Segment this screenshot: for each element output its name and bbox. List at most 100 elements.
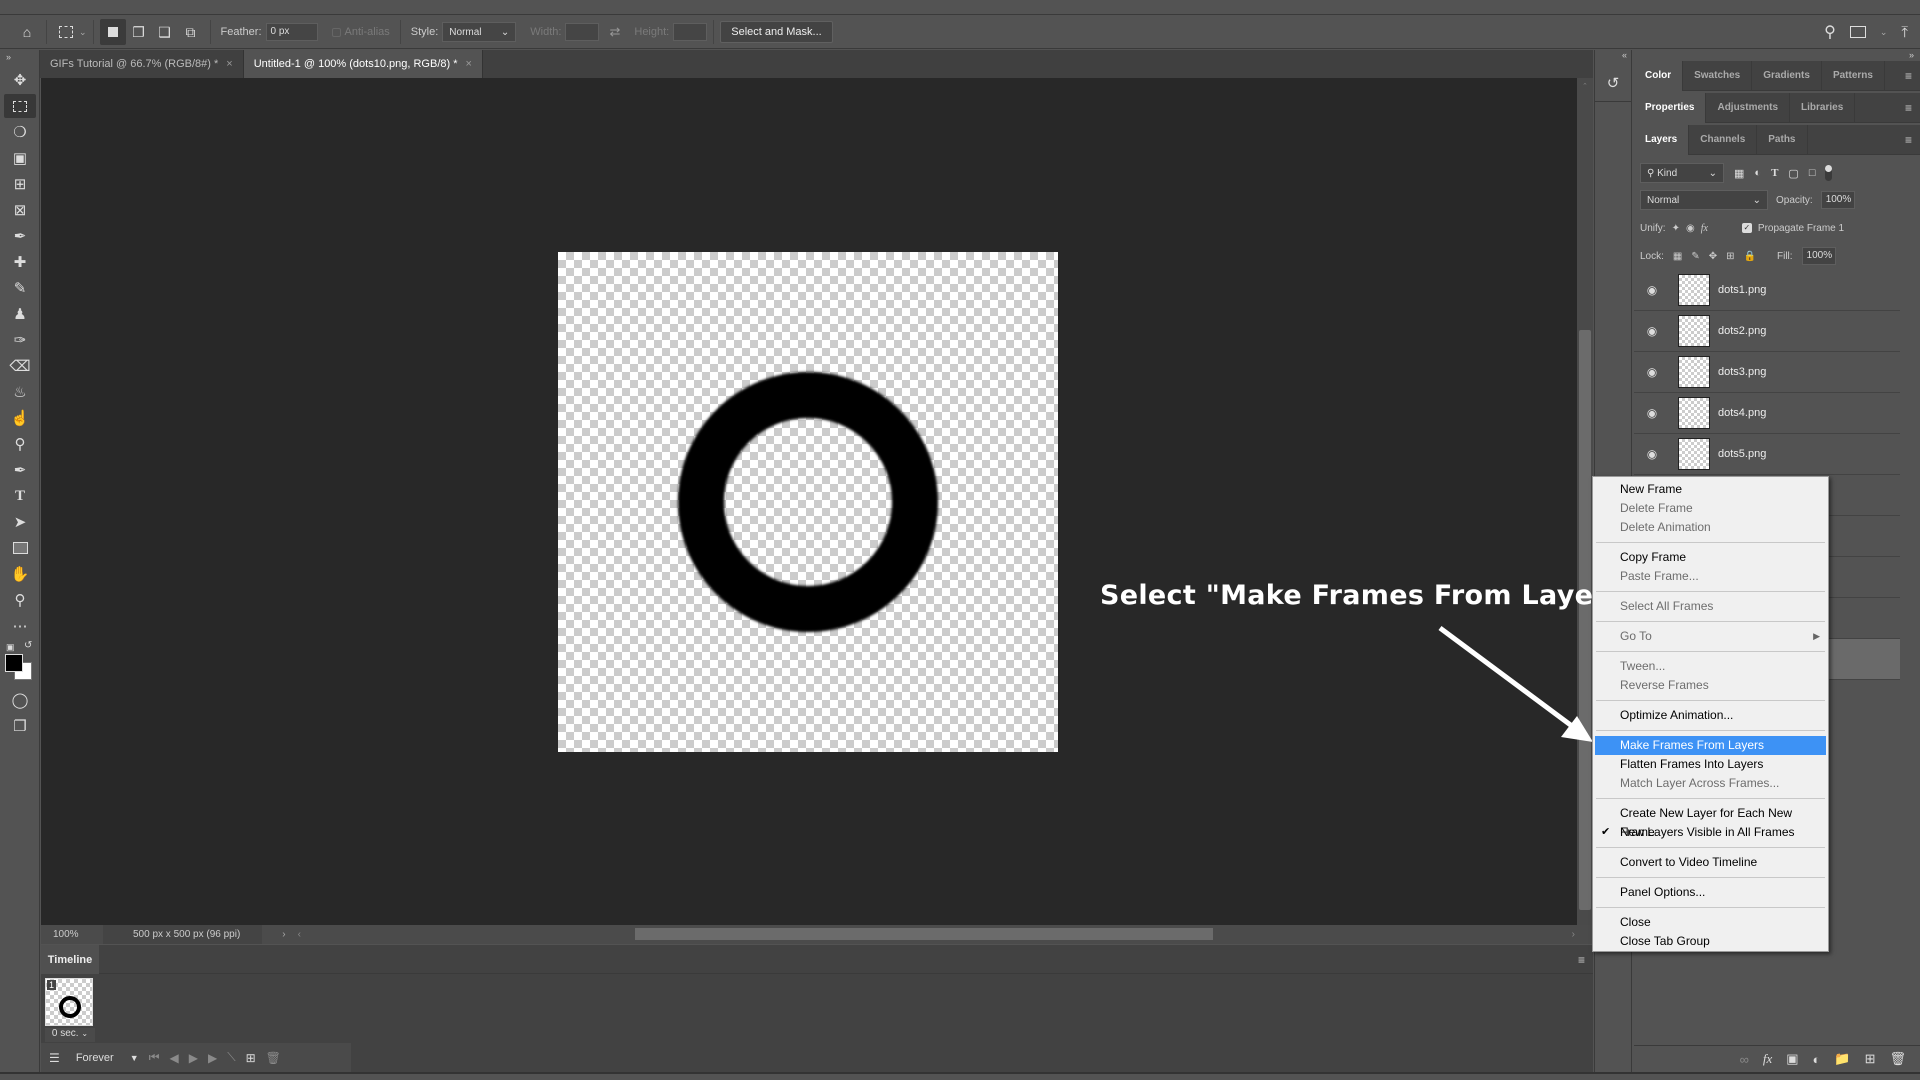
panel-menu-icon[interactable]: ≡ [1905, 69, 1912, 83]
style-select[interactable]: Normal ⌄ [442, 22, 517, 42]
frame-tool-icon[interactable]: ⊠ [4, 198, 36, 222]
menu-item-convert-to-video-timeline[interactable]: Convert to Video Timeline [1593, 853, 1828, 872]
home-icon[interactable]: ⌂ [14, 19, 40, 45]
menu-item-reverse-frames[interactable]: Reverse Frames [1593, 676, 1828, 695]
lock-all-icon[interactable]: 🔒 [1744, 251, 1756, 262]
doc-tab-gifs-tutorial[interactable]: GIFs Tutorial @ 66.7% (RGB/8#) * × [40, 50, 244, 78]
chevron-right-icon[interactable]: › [282, 929, 285, 940]
menu-item-new-layers-visible-in-all-frames[interactable]: ✔ New Layers Visible in All Frames [1593, 823, 1828, 842]
adjustment-filter-icon[interactable]: ◐ [1754, 167, 1761, 179]
new-group-icon[interactable]: 📁 [1834, 1051, 1850, 1067]
unify-visibility-icon[interactable]: ◉ [1686, 223, 1695, 234]
smart-object-filter-icon[interactable]: □ [1809, 167, 1816, 179]
filter-kind-select[interactable]: ⚲ Kind ⌄ [1640, 163, 1724, 183]
pen-tool-icon[interactable]: ✒ [4, 458, 36, 482]
shape-filter-icon[interactable]: ▢ [1788, 167, 1798, 180]
add-mask-icon[interactable]: ▣ [1786, 1051, 1798, 1067]
close-icon[interactable]: × [226, 58, 232, 70]
add-selection-icon[interactable]: ❐ [126, 19, 152, 45]
eye-icon[interactable]: ◉ [1634, 324, 1670, 338]
rectangle-tool-icon[interactable] [4, 536, 36, 560]
menu-item-delete-frame[interactable]: Delete Frame [1593, 499, 1828, 518]
intersect-selection-icon[interactable]: ⧉ [178, 19, 204, 45]
unify-style-icon[interactable]: fx [1701, 223, 1708, 234]
eye-icon[interactable]: ◉ [1634, 365, 1670, 379]
dodge-tool-icon[interactable]: ⚲ [4, 432, 36, 456]
stamp-tool-icon[interactable]: ♟ [4, 302, 36, 326]
scroll-left-icon[interactable]: ‹ [298, 929, 301, 940]
zoom-level[interactable]: 100% [41, 929, 103, 940]
object-selection-tool-icon[interactable]: ▣ [4, 146, 36, 170]
smudge-tool-icon[interactable]: ☝ [4, 406, 36, 430]
select-and-mask-button[interactable]: Select and Mask... [720, 21, 833, 43]
brush-tool-icon[interactable]: ✎ [4, 276, 36, 300]
loop-select[interactable]: Forever [70, 1052, 120, 1064]
tab-color[interactable]: Color [1634, 60, 1684, 91]
chevron-down-icon[interactable]: ⌄ [79, 27, 87, 38]
layer-row[interactable]: ◉ dots3.png [1634, 352, 1900, 393]
close-icon[interactable]: × [466, 58, 472, 70]
previous-frame-icon[interactable]: ◀ [170, 1051, 179, 1065]
duplicate-frame-icon[interactable]: ⊞ [246, 1051, 256, 1065]
menu-item-go-to[interactable]: Go To ▶ [1593, 627, 1828, 646]
lock-position-icon[interactable]: ✥ [1709, 251, 1717, 262]
menu-item-select-all-frames[interactable]: Select All Frames [1593, 597, 1828, 616]
paint-bucket-tool-icon[interactable]: ♨ [4, 380, 36, 404]
share-icon[interactable]: ⤒ [1901, 24, 1908, 41]
collapse-icon[interactable]: « [1595, 50, 1631, 64]
menu-item-create-new-layer-for-each-new-frame[interactable]: Create New Layer for Each New Frame [1593, 804, 1828, 839]
tab-libraries[interactable]: Libraries [1790, 92, 1856, 123]
workspace-icon[interactable] [1849, 26, 1866, 38]
tween-icon[interactable]: ⟍ [227, 1050, 235, 1065]
menu-item-match-layer-across-frames[interactable]: Match Layer Across Frames... [1593, 774, 1828, 793]
tab-channels[interactable]: Channels [1689, 124, 1758, 155]
tab-patterns[interactable]: Patterns [1822, 60, 1885, 91]
hand-tool-icon[interactable]: ✋ [4, 562, 36, 586]
menu-item-flatten-frames-into-layers[interactable]: Flatten Frames Into Layers [1593, 755, 1828, 774]
caret-down-icon[interactable]: ▼ [130, 1053, 139, 1063]
path-selection-tool-icon[interactable]: ➤ [4, 510, 36, 534]
tab-gradients[interactable]: Gradients [1752, 60, 1822, 91]
eye-icon[interactable]: ◉ [1634, 406, 1670, 420]
marquee-tool-icon[interactable] [4, 94, 36, 118]
history-icon[interactable]: ↺ [1595, 64, 1631, 102]
menu-item-paste-frame[interactable]: Paste Frame... [1593, 567, 1828, 586]
move-tool-icon[interactable]: ✥ [4, 68, 36, 92]
layer-row[interactable]: ◉ dots2.png [1634, 311, 1900, 352]
menu-item-new-frame[interactable]: New Frame [1593, 480, 1828, 499]
convert-timeline-icon[interactable]: ☰ [49, 1051, 60, 1065]
panel-menu-icon[interactable]: ≡ [1578, 953, 1585, 967]
scroll-up-icon[interactable]: ˆ [1577, 82, 1593, 92]
menu-item-panel-options[interactable]: Panel Options... [1593, 883, 1828, 902]
panel-menu-icon[interactable]: ≡ [1905, 101, 1912, 115]
antialias-checkbox[interactable] [331, 27, 341, 37]
lock-artboard-icon[interactable]: ⊞ [1726, 251, 1734, 262]
tab-properties[interactable]: Properties [1634, 92, 1707, 123]
pixel-filter-icon[interactable]: ▦ [1734, 167, 1744, 180]
lasso-tool-icon[interactable]: ❍ [4, 120, 36, 144]
quick-mask-icon[interactable]: ◯ [4, 688, 36, 712]
lock-image-icon[interactable]: ✎ [1691, 251, 1699, 262]
delete-frame-icon[interactable]: 🗑 [266, 1051, 281, 1065]
horizontal-scroll-thumb[interactable] [635, 928, 1213, 940]
doc-tab-untitled-1[interactable]: Untitled-1 @ 100% (dots10.png, RGB/8) * × [243, 50, 483, 78]
tab-layers[interactable]: Layers [1634, 124, 1690, 155]
menu-item-close[interactable]: Close [1593, 913, 1828, 932]
chevron-down-icon[interactable]: ⌄ [1880, 27, 1888, 38]
zoom-tool-icon[interactable]: ⚲ [4, 588, 36, 612]
play-icon[interactable]: ▶ [189, 1051, 198, 1065]
search-icon[interactable]: ⚲ [1824, 22, 1836, 42]
swap-colors-icon[interactable]: ↺ [24, 640, 32, 651]
layer-row[interactable]: ◉ dots4.png [1634, 393, 1900, 434]
feather-input[interactable]: 0 px [265, 23, 318, 41]
layer-row[interactable]: ◉ dots1.png [1634, 270, 1900, 311]
new-selection-icon[interactable] [99, 19, 126, 45]
propagate-checkbox[interactable]: ✓ [1741, 223, 1752, 233]
eyedropper-tool-icon[interactable]: ✒ [4, 224, 36, 248]
width-input[interactable] [565, 23, 600, 41]
next-frame-icon[interactable]: ▶ [208, 1051, 217, 1065]
frame-delay-select[interactable]: 0 sec. ⌄ [45, 1028, 95, 1042]
more-tools-icon[interactable]: ⋯ [4, 614, 36, 638]
swap-icon[interactable]: ⇄ [609, 24, 620, 40]
crop-tool-icon[interactable]: ⊞ [4, 172, 36, 196]
